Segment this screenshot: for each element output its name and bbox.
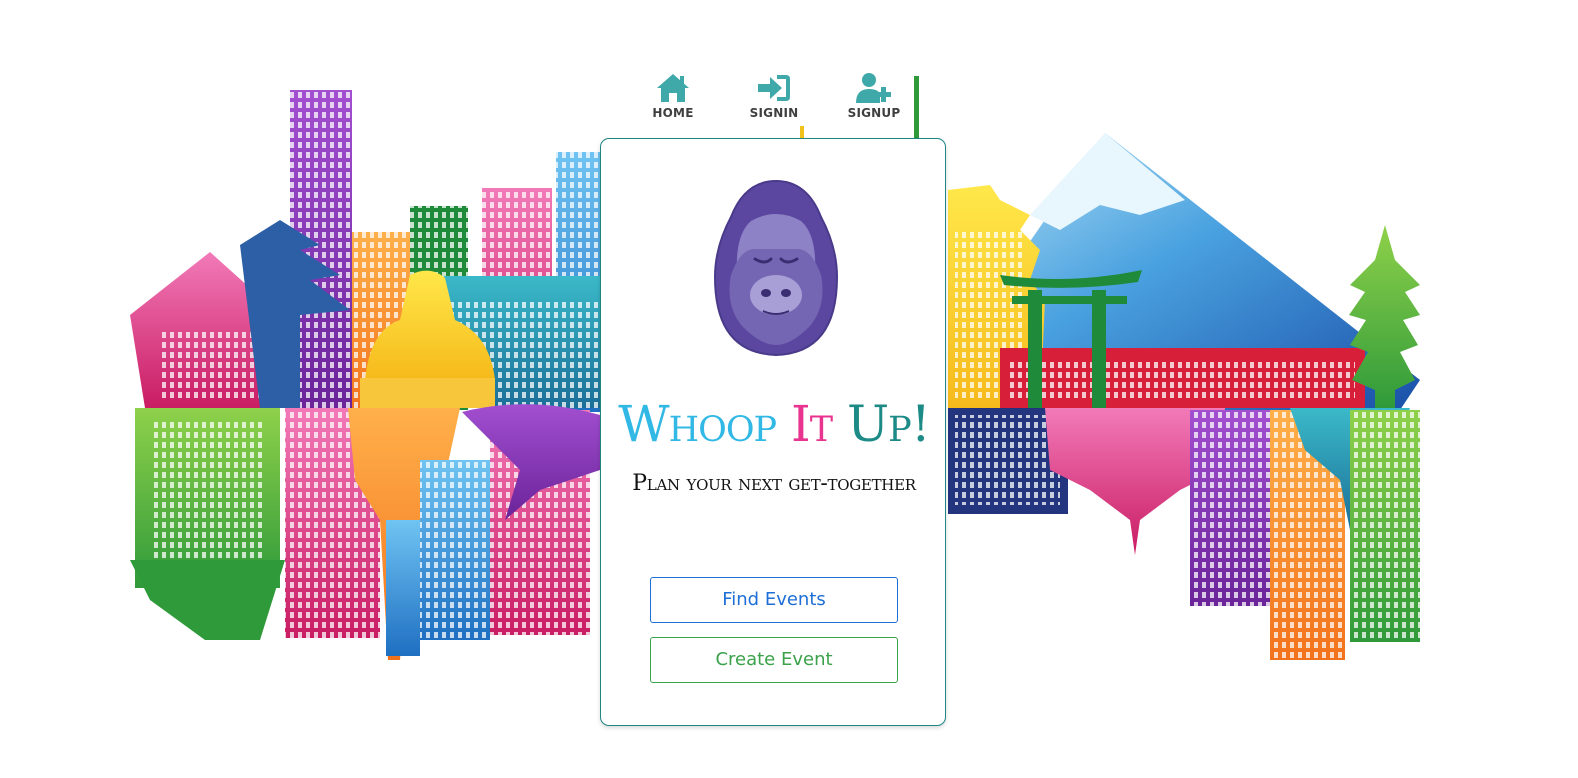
nav-signup-label: SIGNUP: [847, 106, 901, 120]
nav-home-label: HOME: [652, 106, 694, 120]
gorilla-icon: [713, 179, 839, 357]
find-events-button[interactable]: Find Events: [650, 577, 898, 623]
sign-in-icon: [758, 75, 790, 101]
nav-signup[interactable]: SIGNUP: [839, 72, 909, 120]
nav-signin-label: SIGNIN: [749, 106, 799, 120]
home-icon: [657, 74, 689, 102]
title-word-whoop: Whoop: [618, 395, 777, 453]
landing-card: Whoop It Up! Plan your next get-together…: [600, 138, 946, 726]
nav-signin[interactable]: SIGNIN: [739, 72, 809, 120]
title-word-it: It: [790, 395, 833, 453]
title-word-up: Up!: [847, 395, 931, 453]
create-event-button[interactable]: Create Event: [650, 637, 898, 683]
nav-home[interactable]: HOME: [638, 72, 708, 120]
add-user-icon: [856, 73, 891, 103]
top-nav: HOME SIGNIN SIGNUP: [640, 72, 920, 128]
app-title: Whoop It Up!: [601, 389, 947, 459]
tagline: Plan your next get-together: [632, 471, 916, 496]
